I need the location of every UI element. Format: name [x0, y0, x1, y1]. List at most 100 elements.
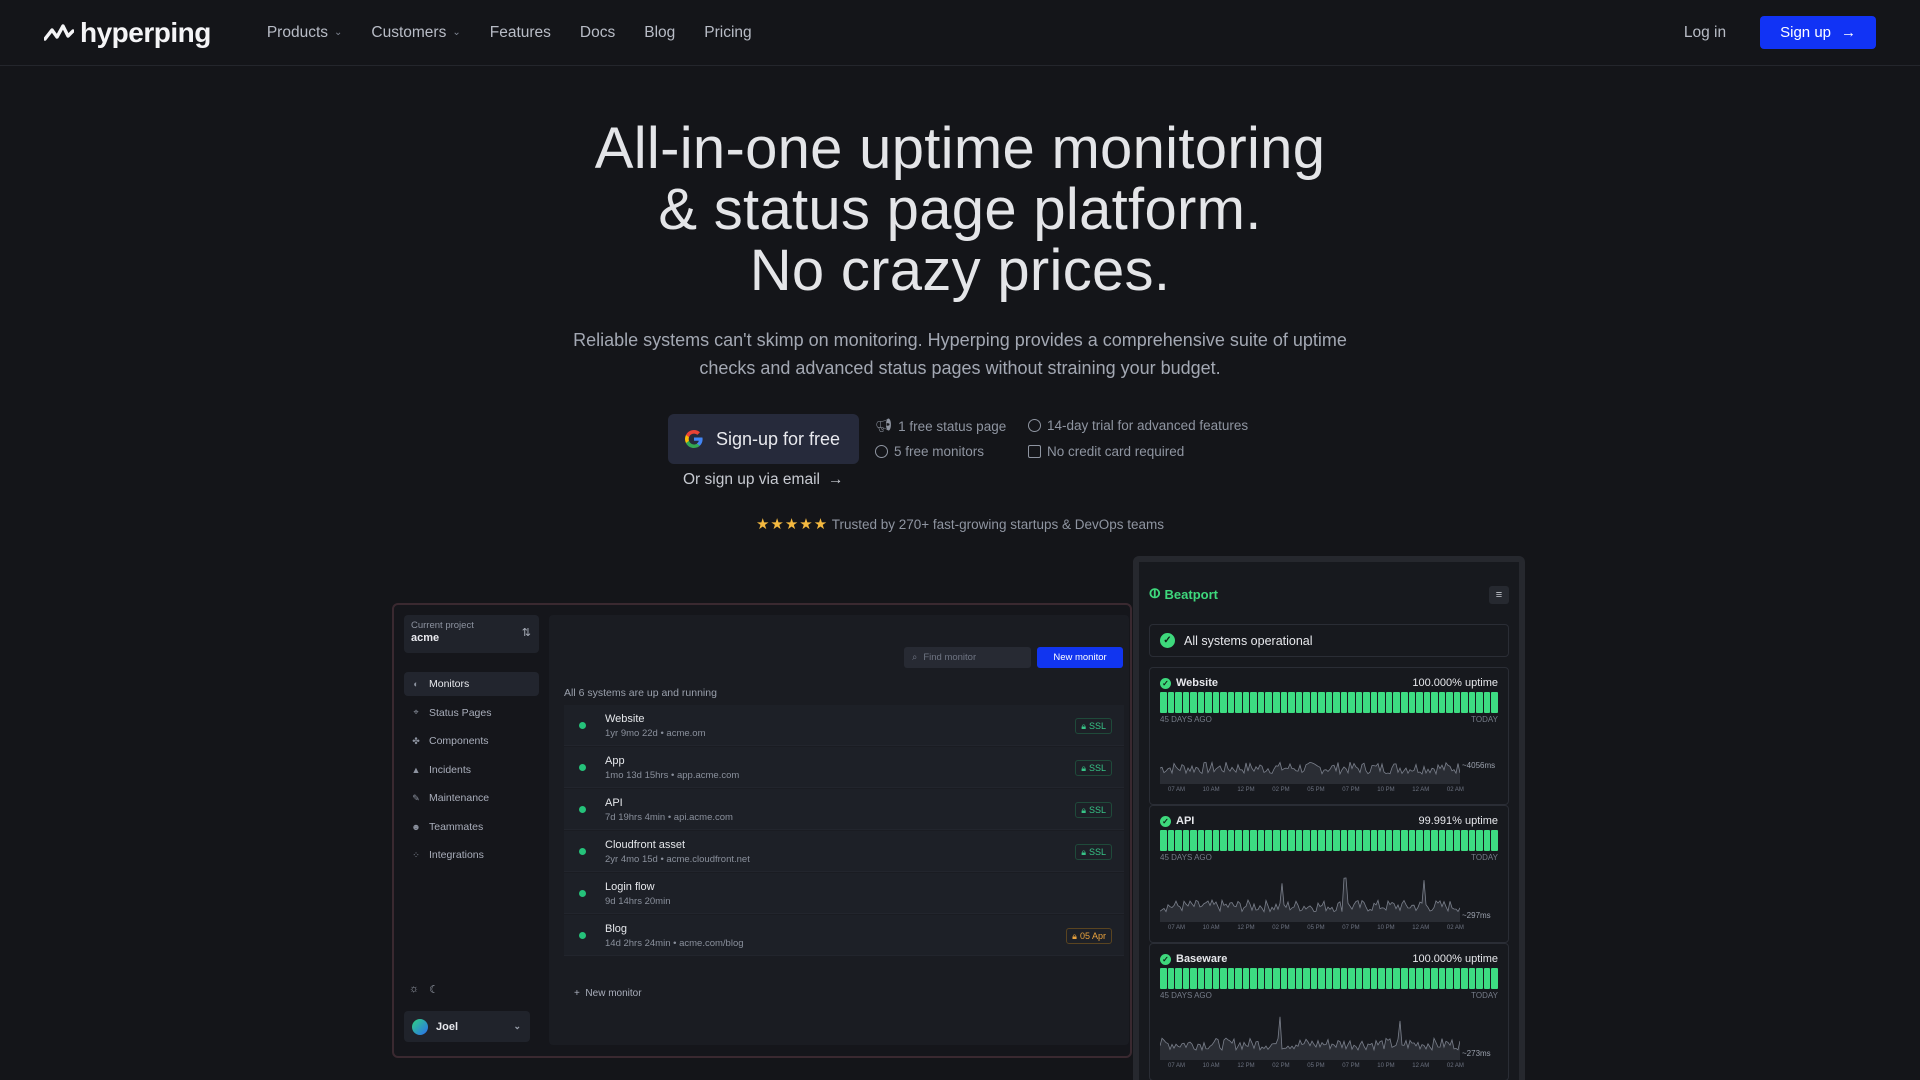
uptime-day-bar[interactable]: [1257, 830, 1265, 851]
uptime-day-bar[interactable]: [1257, 692, 1265, 713]
uptime-day-bar[interactable]: [1310, 968, 1318, 989]
uptime-day-bar[interactable]: [1212, 968, 1220, 989]
uptime-day-bar[interactable]: [1446, 692, 1453, 713]
uptime-day-bar[interactable]: [1250, 830, 1257, 851]
uptime-day-bar[interactable]: [1310, 692, 1318, 713]
uptime-day-bar[interactable]: [1205, 968, 1212, 989]
uptime-day-bar[interactable]: [1227, 968, 1235, 989]
uptime-day-bar[interactable]: [1242, 692, 1250, 713]
uptime-day-bar[interactable]: [1491, 968, 1498, 989]
uptime-day-bar[interactable]: [1280, 830, 1288, 851]
uptime-day-bar[interactable]: [1401, 830, 1408, 851]
search-input[interactable]: ⌕ Find monitor: [904, 647, 1031, 668]
uptime-day-bar[interactable]: [1325, 968, 1333, 989]
uptime-day-bar[interactable]: [1272, 692, 1280, 713]
uptime-day-bar[interactable]: [1393, 692, 1400, 713]
uptime-day-bar[interactable]: [1468, 692, 1476, 713]
uptime-day-bar[interactable]: [1160, 968, 1167, 989]
uptime-day-bar[interactable]: [1272, 830, 1280, 851]
uptime-day-bar[interactable]: [1167, 830, 1175, 851]
menu-docs[interactable]: Docs: [580, 24, 615, 42]
uptime-day-bar[interactable]: [1348, 968, 1355, 989]
uptime-day-bar[interactable]: [1167, 692, 1175, 713]
uptime-day-bar[interactable]: [1423, 968, 1431, 989]
uptime-day-bar[interactable]: [1476, 692, 1483, 713]
uptime-day-bar[interactable]: [1453, 692, 1461, 713]
monitor-row[interactable]: Blog 14d 2hrs 24min • acme.com/blog 🔒︎ 05 A…: [564, 915, 1124, 956]
uptime-day-bar[interactable]: [1272, 968, 1280, 989]
add-monitor-link[interactable]: + New monitor: [574, 988, 642, 999]
monitor-row[interactable]: Cloudfront asset 2yr 4mo 15d • acme.cloud…: [564, 831, 1124, 872]
uptime-day-bar[interactable]: [1355, 692, 1363, 713]
uptime-day-bar[interactable]: [1182, 968, 1190, 989]
menu-blog[interactable]: Blog: [644, 24, 675, 42]
uptime-day-bar[interactable]: [1438, 968, 1446, 989]
uptime-day-bar[interactable]: [1212, 692, 1220, 713]
sidebar-item-components[interactable]: ✤ Components: [404, 729, 539, 753]
uptime-day-bar[interactable]: [1325, 692, 1333, 713]
uptime-day-bar[interactable]: [1408, 830, 1416, 851]
uptime-day-bar[interactable]: [1318, 968, 1325, 989]
uptime-day-bar[interactable]: [1333, 692, 1340, 713]
uptime-day-bar[interactable]: [1288, 830, 1295, 851]
monitor-row[interactable]: API 7d 19hrs 4min • api.acme.com 🔒︎ SSL: [564, 789, 1124, 830]
uptime-day-bar[interactable]: [1393, 830, 1400, 851]
sidebar-item-integrations[interactable]: ⁘ Integrations: [404, 843, 539, 867]
uptime-day-bar[interactable]: [1378, 830, 1385, 851]
uptime-day-bar[interactable]: [1483, 968, 1491, 989]
uptime-day-bar[interactable]: [1385, 830, 1393, 851]
uptime-day-bar[interactable]: [1303, 968, 1310, 989]
uptime-day-bar[interactable]: [1265, 830, 1272, 851]
uptime-day-bar[interactable]: [1340, 830, 1348, 851]
uptime-day-bar[interactable]: [1295, 830, 1303, 851]
uptime-day-bar[interactable]: [1197, 968, 1205, 989]
user-menu[interactable]: Joel ⌄: [404, 1011, 530, 1042]
uptime-day-bar[interactable]: [1318, 830, 1325, 851]
uptime-day-bar[interactable]: [1408, 968, 1416, 989]
uptime-day-bar[interactable]: [1182, 692, 1190, 713]
uptime-day-bar[interactable]: [1446, 968, 1453, 989]
uptime-day-bar[interactable]: [1491, 830, 1498, 851]
sidebar-item-teammates[interactable]: ☻ Teammates: [404, 815, 539, 839]
uptime-day-bar[interactable]: [1242, 968, 1250, 989]
uptime-day-bar[interactable]: [1288, 968, 1295, 989]
uptime-day-bar[interactable]: [1385, 692, 1393, 713]
uptime-day-bar[interactable]: [1318, 692, 1325, 713]
uptime-day-bar[interactable]: [1370, 968, 1378, 989]
uptime-day-bar[interactable]: [1468, 968, 1476, 989]
sun-icon[interactable]: ☼: [409, 983, 419, 996]
uptime-day-bar[interactable]: [1461, 830, 1468, 851]
uptime-day-bar[interactable]: [1476, 830, 1483, 851]
uptime-day-bar[interactable]: [1190, 692, 1197, 713]
monitor-row[interactable]: Website 1yr 9mo 22d • acme.om 🔒︎ SSL: [564, 705, 1124, 746]
email-signup-link[interactable]: Or sign up via email →: [683, 471, 843, 489]
uptime-day-bar[interactable]: [1295, 692, 1303, 713]
uptime-day-bar[interactable]: [1453, 968, 1461, 989]
uptime-day-bar[interactable]: [1250, 968, 1257, 989]
uptime-day-bar[interactable]: [1363, 968, 1370, 989]
login-link[interactable]: Log in: [1684, 24, 1726, 42]
uptime-day-bar[interactable]: [1416, 968, 1423, 989]
uptime-day-bar[interactable]: [1265, 692, 1272, 713]
uptime-day-bar[interactable]: [1476, 968, 1483, 989]
uptime-day-bar[interactable]: [1190, 968, 1197, 989]
uptime-day-bar[interactable]: [1227, 692, 1235, 713]
uptime-day-bar[interactable]: [1175, 692, 1182, 713]
menu-customers[interactable]: Customers ⌄: [371, 24, 460, 42]
sidebar-item-status-pages[interactable]: ⌖ Status Pages: [404, 701, 539, 725]
uptime-day-bar[interactable]: [1370, 830, 1378, 851]
uptime-day-bar[interactable]: [1280, 692, 1288, 713]
uptime-day-bar[interactable]: [1408, 692, 1416, 713]
uptime-day-bar[interactable]: [1393, 968, 1400, 989]
uptime-day-bar[interactable]: [1438, 692, 1446, 713]
uptime-day-bar[interactable]: [1220, 968, 1227, 989]
uptime-day-bar[interactable]: [1468, 830, 1476, 851]
uptime-day-bar[interactable]: [1288, 692, 1295, 713]
uptime-day-bar[interactable]: [1212, 830, 1220, 851]
uptime-day-bar[interactable]: [1160, 692, 1167, 713]
uptime-day-bar[interactable]: [1423, 692, 1431, 713]
sidebar-item-incidents[interactable]: ▲ Incidents: [404, 758, 539, 782]
uptime-day-bar[interactable]: [1446, 830, 1453, 851]
uptime-day-bar[interactable]: [1333, 830, 1340, 851]
uptime-day-bar[interactable]: [1483, 692, 1491, 713]
